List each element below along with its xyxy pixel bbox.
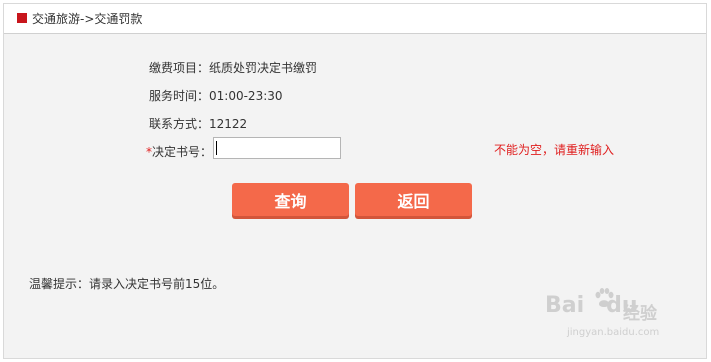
decision-number-input[interactable] <box>213 137 341 159</box>
payment-item-row: 缴费项目：纸质处罚决定书缴罚 <box>149 61 317 75</box>
tip-text: 温馨提示：请录入决定书号前15位。 <box>29 277 225 291</box>
payment-item-label: 缴费项目： <box>149 61 210 75</box>
contact-label: 联系方式： <box>149 117 210 131</box>
text-caret <box>216 141 217 155</box>
watermark-url: jingyan.baidu.com <box>567 327 660 338</box>
query-button[interactable]: 查询 <box>232 183 349 216</box>
decision-number-label: 决定书号： <box>152 145 213 159</box>
watermark-cn: 经验 <box>623 304 657 324</box>
service-time-label: 服务时间： <box>149 89 210 103</box>
contact-value: 12122 <box>209 117 248 131</box>
paw-icon <box>595 288 614 307</box>
header-marker-icon <box>17 13 27 23</box>
baidu-watermark: Bai du 经验 jingyan.baidu.com <box>545 287 675 338</box>
header-bar: 交通旅游->交通罚款 <box>4 4 706 34</box>
payment-item-value: 纸质处罚决定书缴罚 <box>209 61 318 75</box>
back-button[interactable]: 返回 <box>355 183 472 216</box>
breadcrumb: 交通旅游->交通罚款 <box>32 12 143 26</box>
contact-row: 联系方式：12122 <box>149 117 247 131</box>
error-message: 不能为空，请重新输入 <box>494 143 615 157</box>
service-time-row: 服务时间：01:00-23:30 <box>149 89 283 103</box>
decision-number-row: *决定书号： <box>146 145 212 159</box>
service-time-value: 01:00-23:30 <box>209 89 283 103</box>
